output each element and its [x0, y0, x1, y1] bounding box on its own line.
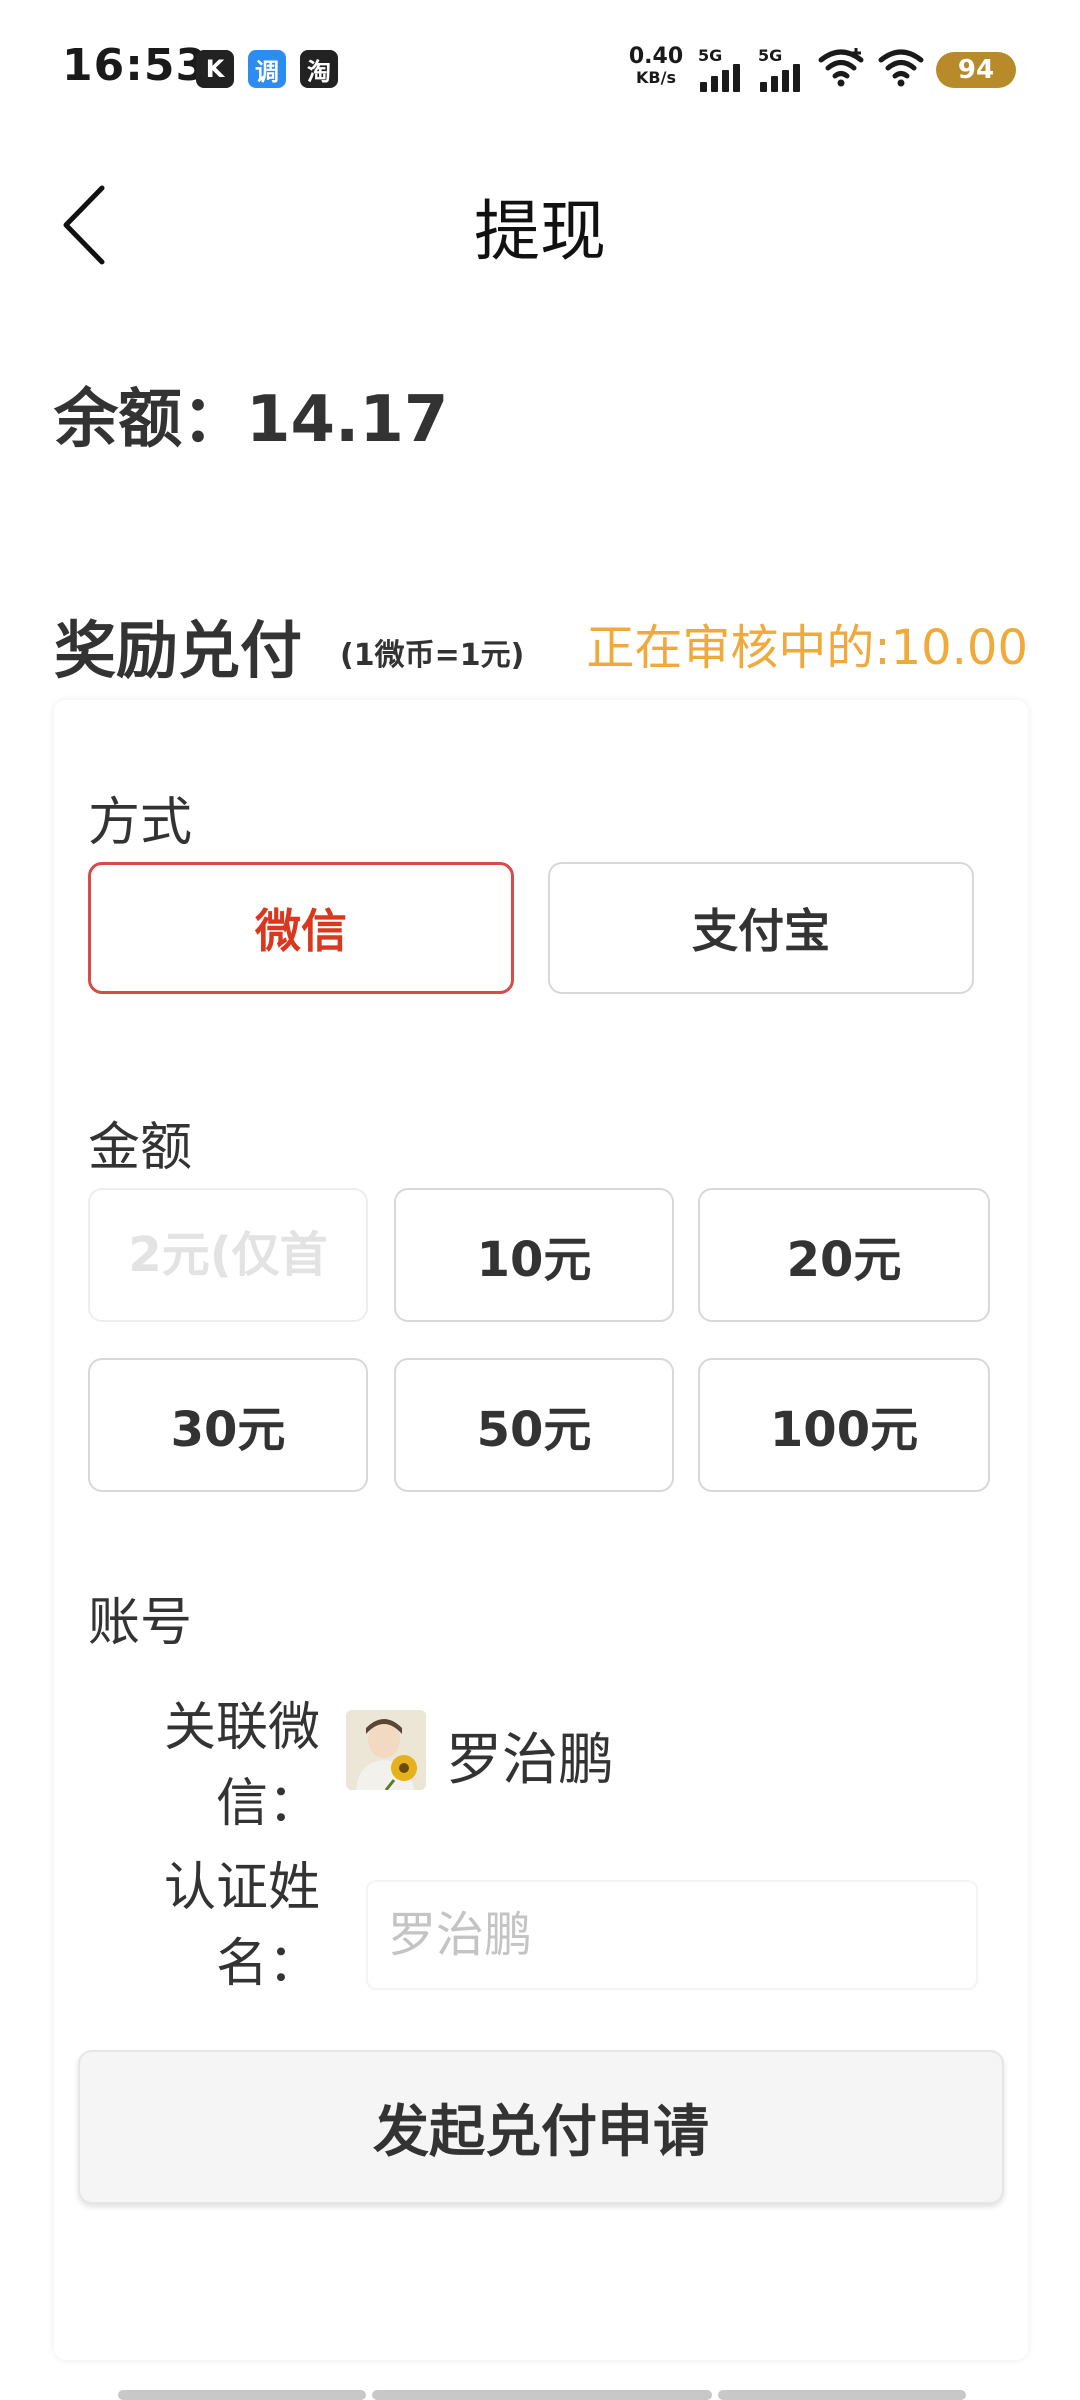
wechat-nickname: 罗治鹏: [446, 1728, 614, 1793]
amount-label: 金额: [88, 1118, 193, 1178]
gesture-bar: [718, 2390, 966, 2400]
method-label: 方式: [88, 793, 193, 853]
reward-rate-note: (1微币=1元): [340, 638, 525, 673]
amount-option-100-button[interactable]: 100元: [698, 1358, 990, 1492]
amount-option-50-button[interactable]: 50元: [394, 1358, 674, 1492]
amount-option-2-button[interactable]: 2元(仅首笔): [88, 1188, 368, 1413]
wifi-icon: [818, 48, 864, 87]
account-label: 账号: [88, 1593, 193, 1653]
avatar-image: [346, 1710, 426, 1790]
net-speed: 0.40 KB/s: [628, 46, 684, 86]
signal-label: 5G: [758, 46, 783, 65]
page-title: 提现: [474, 193, 606, 270]
method-alipay-button[interactable]: 支付宝: [548, 862, 974, 994]
submit-withdraw-button[interactable]: 发起兑付申请: [78, 2050, 1004, 2204]
withdraw-card: 方式 微信 支付宝 金额 2元(仅首笔) 10元 20元 30元 50元 100…: [54, 700, 1028, 2360]
linked-wechat-label: 关联微信：: [163, 1698, 320, 1834]
gesture-bar: [372, 2390, 712, 2400]
amount-option-30-button[interactable]: 30元: [88, 1358, 368, 1492]
avatar: [346, 1710, 426, 1790]
net-speed-unit: KB/s: [636, 68, 676, 87]
battery-icon: 94: [936, 52, 1016, 88]
amount-option-10-button[interactable]: 10元: [394, 1188, 674, 1322]
status-time: 16:53: [62, 40, 208, 91]
review-amount-note: 正在审核中的:10.00: [586, 620, 1028, 676]
net-speed-value: 0.40: [628, 44, 684, 69]
amount-option-20-button[interactable]: 20元: [698, 1188, 990, 1322]
status-bar: 16:53 K 调 淘 0.40 KB/s 5G 5G 94: [0, 0, 1080, 140]
signal-5g-icon: 5G: [758, 46, 808, 92]
reward-title: 奖励兑付: [54, 614, 303, 687]
taobao-icon: 淘: [300, 50, 338, 88]
wifi-icon: [878, 49, 924, 87]
gesture-bar: [118, 2390, 366, 2400]
signal-label: 5G: [698, 46, 723, 65]
app-k-icon: K: [196, 50, 234, 88]
verified-name-label: 认证姓名：: [163, 1858, 320, 1994]
app-tiao-icon: 调: [248, 50, 286, 88]
verified-name-input[interactable]: [366, 1880, 978, 1990]
balance-text: 余额：14.17: [54, 383, 449, 457]
method-wechat-button[interactable]: 微信: [88, 862, 514, 994]
signal-5g-icon: 5G: [698, 46, 748, 92]
